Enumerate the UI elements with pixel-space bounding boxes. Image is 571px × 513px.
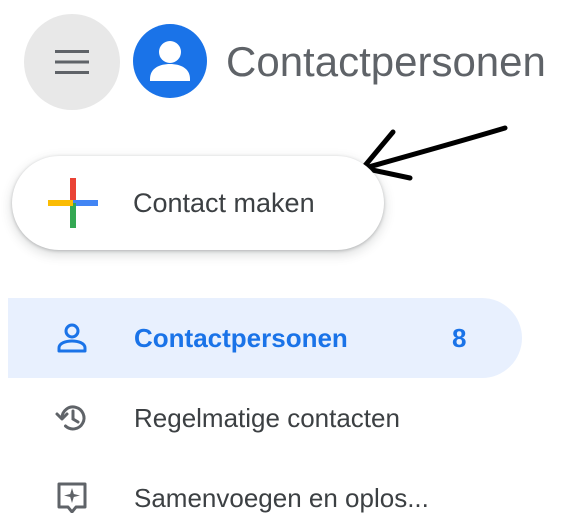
merge-fix-icon	[57, 482, 87, 513]
person-icon	[57, 323, 87, 353]
plus-icon	[48, 178, 98, 228]
create-contact-button[interactable]: Contact maken	[12, 156, 384, 250]
nav-label-merge-fix: Samenvoegen en oplos...	[134, 483, 429, 513]
history-icon	[55, 405, 86, 431]
nav-label-contacts: Contactpersonen	[134, 323, 348, 353]
nav-item-contacts[interactable]: Contactpersonen 8	[8, 298, 522, 378]
nav-item-frequent[interactable]: Regelmatige contacten	[8, 378, 522, 458]
contacts-logo-icon[interactable]	[133, 24, 207, 98]
annotation-arrow-icon	[360, 125, 508, 181]
main-menu-button[interactable]	[24, 14, 120, 110]
create-contact-label: Contact maken	[133, 188, 315, 218]
nav-label-frequent: Regelmatige contacten	[134, 403, 400, 433]
app-title: Contactpersonen	[226, 38, 546, 85]
contacts-app: Contactpersonen Contact maken Contactper…	[0, 0, 571, 513]
hamburger-menu-icon	[55, 50, 89, 74]
nav-item-merge-fix[interactable]: Samenvoegen en oplos...	[8, 458, 522, 513]
contacts-count-badge: 8	[452, 323, 467, 353]
